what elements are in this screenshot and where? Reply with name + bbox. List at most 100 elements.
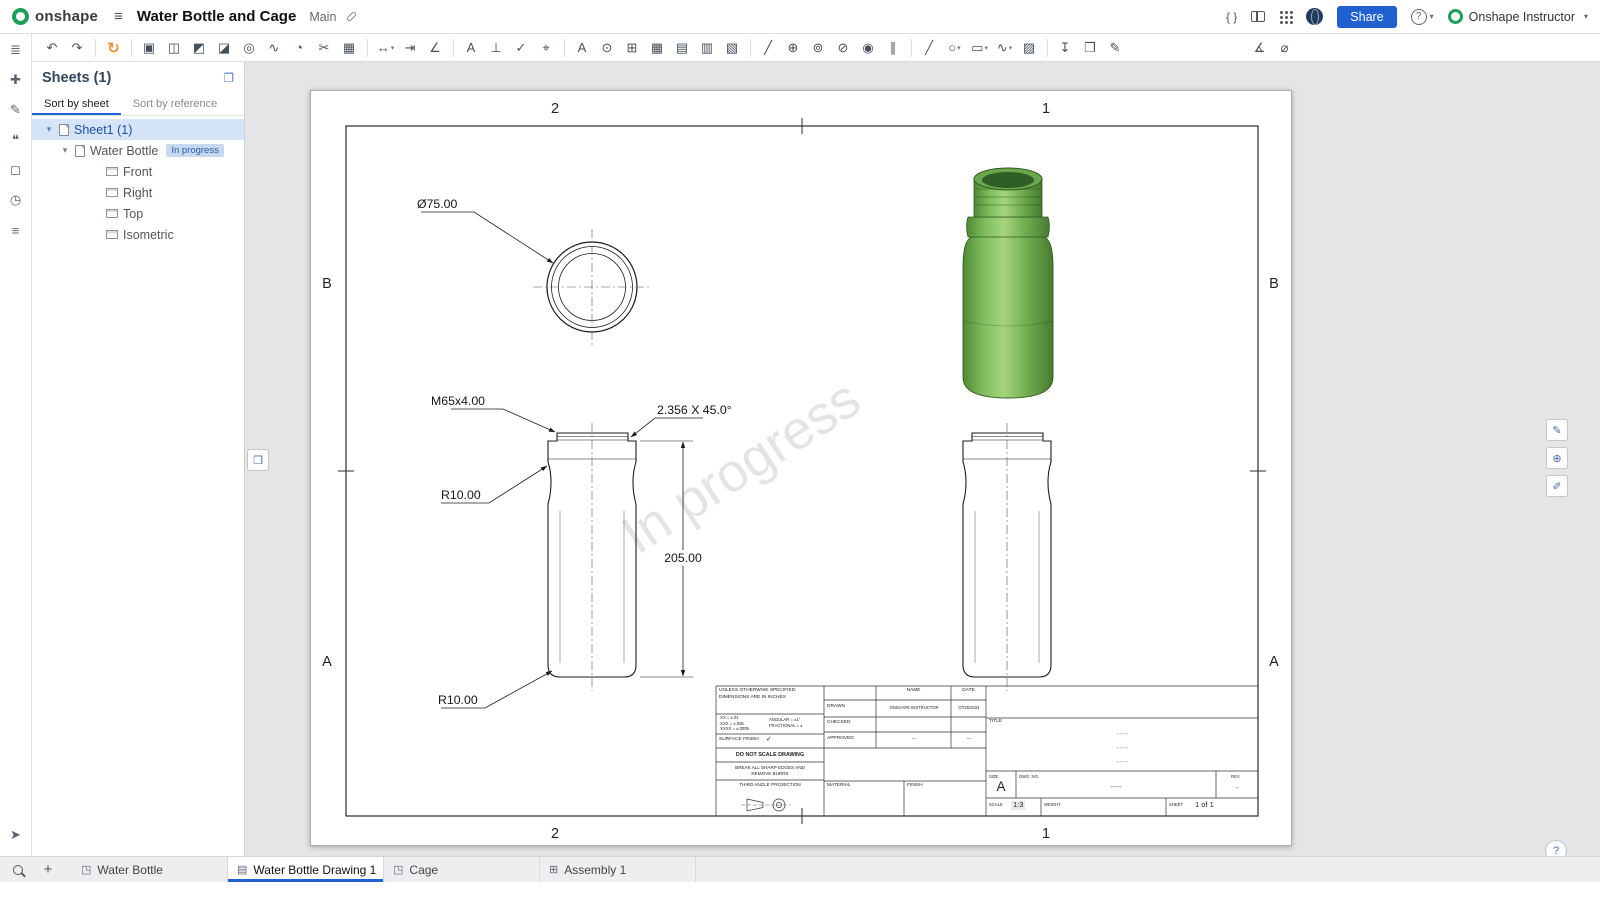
datum-button[interactable]: ⊥ bbox=[484, 36, 509, 60]
edit-style-button[interactable]: ✎ bbox=[1103, 36, 1128, 60]
center-mark-button[interactable]: ⊕ bbox=[781, 36, 806, 60]
app-store-button[interactable] bbox=[1279, 10, 1292, 23]
properties-icon[interactable]: ≡ bbox=[4, 219, 28, 241]
sheet-thumbnails-button[interactable]: ❐ bbox=[247, 449, 269, 471]
break-out-view-button[interactable]: ◔ bbox=[287, 36, 312, 60]
search-tabs-button[interactable] bbox=[6, 857, 30, 882]
redo-button[interactable]: ↷ bbox=[65, 36, 90, 60]
drawing-item-row[interactable]: ▾ Water Bottle In progress bbox=[32, 140, 244, 161]
edit-drawing-button[interactable]: ✎ bbox=[1546, 419, 1568, 441]
dimension-radius-top[interactable]: R10.00 bbox=[441, 488, 481, 502]
right-view[interactable] bbox=[962, 423, 1052, 691]
share-button[interactable]: Share bbox=[1337, 5, 1397, 28]
sheet-row-sheet1[interactable]: ▾ Sheet1 (1) bbox=[32, 119, 244, 140]
view-label: Isometric bbox=[123, 227, 174, 242]
view-item-right[interactable]: Right bbox=[32, 182, 244, 203]
cut-list-button[interactable]: ▧ bbox=[720, 36, 745, 60]
sketch-line-button[interactable]: ╱ bbox=[917, 36, 942, 60]
snapshot-button[interactable]: ❐ bbox=[1078, 36, 1103, 60]
export-dxf-button[interactable]: ↧ bbox=[1053, 36, 1078, 60]
detail-view-button[interactable]: ◎ bbox=[237, 36, 262, 60]
dimension-chamfer[interactable]: 2.356 X 45.0° bbox=[657, 403, 732, 417]
tab-sort-by-reference[interactable]: Sort by reference bbox=[121, 94, 229, 115]
hatch-button[interactable]: ▨ bbox=[1017, 36, 1042, 60]
front-view[interactable] bbox=[547, 423, 637, 691]
zone-label: A bbox=[322, 654, 332, 670]
caret-down-icon[interactable]: ▾ bbox=[44, 124, 54, 135]
chamfer-dimension-button[interactable]: ∠ bbox=[423, 36, 448, 60]
measure-button[interactable]: ∡ bbox=[1247, 36, 1272, 60]
inspect-dimension-button[interactable]: ⌀ bbox=[1272, 36, 1297, 60]
dock-panel-icon[interactable]: ❐ bbox=[223, 71, 234, 85]
measure-overlay-button[interactable]: ⊕ bbox=[1546, 447, 1568, 469]
top-view[interactable] bbox=[533, 229, 651, 346]
datum-target-button[interactable]: ◉ bbox=[856, 36, 881, 60]
featurescript-button[interactable]: { } bbox=[1226, 10, 1237, 24]
tb-scale-value[interactable]: 1:3 bbox=[1011, 800, 1026, 810]
tools-button[interactable]: ✐ bbox=[1546, 475, 1568, 497]
tab-label: Water Bottle bbox=[97, 862, 163, 877]
auxiliary-view-button[interactable]: ◩ bbox=[187, 36, 212, 60]
tb-drawn-label: DRAWN bbox=[827, 704, 845, 709]
sketch-circle-button[interactable]: ○ ▾ bbox=[942, 36, 967, 60]
follow-mode-icon[interactable]: ➤ bbox=[4, 824, 28, 846]
hole-table-button[interactable]: ▦ bbox=[645, 36, 670, 60]
undo-button[interactable]: ↶ bbox=[40, 36, 65, 60]
ordinate-dimension-button[interactable]: ⇥ bbox=[398, 36, 423, 60]
sketch-rectangle-button[interactable]: ▭ ▾ bbox=[967, 36, 992, 60]
view-item-front[interactable]: Front bbox=[32, 161, 244, 182]
find-annotation-button[interactable]: ⊙ bbox=[595, 36, 620, 60]
share-link-icon[interactable] bbox=[346, 10, 358, 23]
drawing-canvas[interactable]: 2 1 2 1 B A B A Ø75.00 M65x4.00 2.356 X … bbox=[245, 62, 1600, 856]
tab-cage[interactable]: ◳ Cage bbox=[384, 857, 540, 882]
isometric-view[interactable] bbox=[962, 167, 1054, 399]
parallel-lines-button[interactable]: ∥ bbox=[881, 36, 906, 60]
section-view-button[interactable]: ◪ bbox=[212, 36, 237, 60]
cosmetic-thread-button[interactable]: ⊚ bbox=[806, 36, 831, 60]
history-icon[interactable]: ◷ bbox=[4, 189, 28, 211]
transform-icon[interactable]: ✚ bbox=[4, 69, 28, 91]
insert-view-button[interactable]: ▣ bbox=[137, 36, 162, 60]
hole-callout-button[interactable]: ⊘ bbox=[831, 36, 856, 60]
tab-assembly-1[interactable]: ⊞ Assembly 1 bbox=[540, 857, 696, 882]
surface-finish-button[interactable]: ✓ bbox=[509, 36, 534, 60]
comment-icon[interactable]: ❝ bbox=[4, 129, 28, 151]
help-menu-button[interactable]: ? ▾ bbox=[1410, 8, 1434, 25]
tab-water-bottle[interactable]: ◳ Water Bottle bbox=[72, 857, 228, 882]
dimension-diameter[interactable]: Ø75.00 bbox=[417, 197, 457, 211]
help-walkthrough-button[interactable]: ? bbox=[1545, 840, 1567, 856]
caret-down-icon[interactable]: ▾ bbox=[60, 145, 70, 156]
table-button[interactable]: ⊞ bbox=[620, 36, 645, 60]
tab-water-bottle-drawing-1[interactable]: ▤ Water Bottle Drawing 1 bbox=[228, 857, 384, 882]
crop-view-button[interactable]: ✂ bbox=[312, 36, 337, 60]
dimension-button[interactable]: ↔ ▾ bbox=[373, 36, 398, 60]
appearance-icon[interactable]: ✎ bbox=[4, 99, 28, 121]
view-item-top[interactable]: Top bbox=[32, 203, 244, 224]
update-views-button[interactable]: ↻ bbox=[101, 36, 126, 60]
view-item-isometric[interactable]: Isometric bbox=[32, 224, 244, 245]
bom-table-button[interactable]: ▤ bbox=[670, 36, 695, 60]
drawing-item-icon bbox=[75, 144, 85, 157]
drawing-sheet[interactable]: 2 1 2 1 B A B A Ø75.00 M65x4.00 2.356 X … bbox=[310, 90, 1292, 846]
panel-layout-button[interactable] bbox=[1251, 11, 1266, 22]
text-button[interactable]: A bbox=[570, 36, 595, 60]
broken-view-button[interactable]: ∿ bbox=[262, 36, 287, 60]
branch-label[interactable]: Main bbox=[309, 10, 336, 24]
insert-image-button[interactable]: ▦ bbox=[337, 36, 362, 60]
language-button[interactable] bbox=[1306, 8, 1324, 25]
revision-table-button[interactable]: ▥ bbox=[695, 36, 720, 60]
document-menu-button[interactable]: ≡ bbox=[114, 8, 123, 25]
user-menu-button[interactable]: Onshape Instructor ▾ bbox=[1447, 9, 1588, 24]
parts-icon[interactable]: ◻ bbox=[4, 159, 28, 181]
document-panel-icon[interactable]: ≣ bbox=[4, 39, 28, 61]
note-button[interactable]: A bbox=[459, 36, 484, 60]
add-tab-button[interactable]: + bbox=[36, 857, 60, 882]
centerline-button[interactable]: ╱ bbox=[756, 36, 781, 60]
projected-view-button[interactable]: ◫ bbox=[162, 36, 187, 60]
feature-control-frame-button[interactable]: ⌖ bbox=[534, 36, 559, 60]
tb-finish-label: FINISH bbox=[907, 783, 923, 788]
dimension-thread[interactable]: M65x4.00 bbox=[431, 394, 485, 408]
sketch-spline-button[interactable]: ∿ ▾ bbox=[992, 36, 1017, 60]
tab-sort-by-sheet[interactable]: Sort by sheet bbox=[32, 94, 121, 115]
dimension-radius-bottom[interactable]: R10.00 bbox=[438, 693, 478, 707]
